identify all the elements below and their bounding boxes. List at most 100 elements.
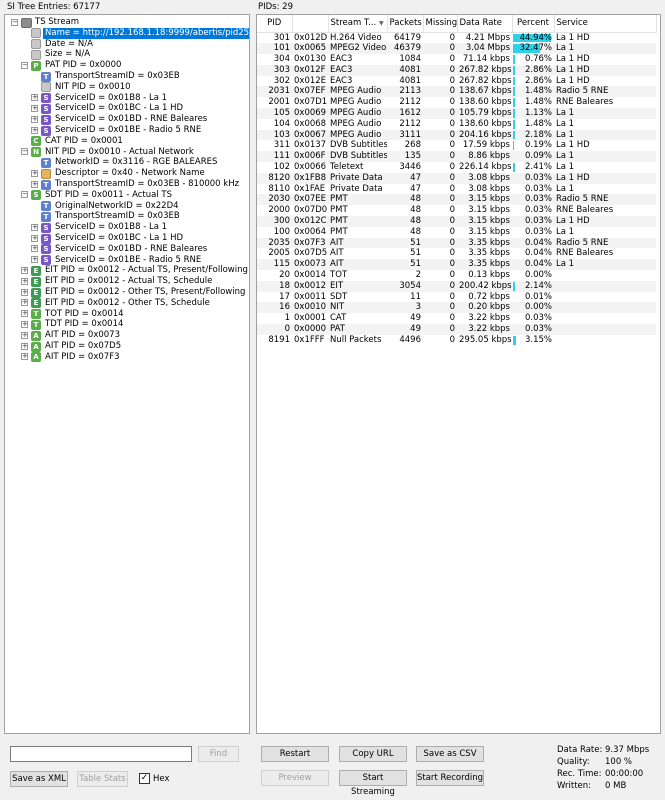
tree-node[interactable]: + S ServiceID = 0x01BD - RNE Baleares [5,114,249,125]
tree-node[interactable]: − N NIT PID = 0x0010 - Actual Network [5,147,249,158]
tree-node[interactable]: + E EIT PID = 0x0012 - Actual TS, Schedule [5,276,249,287]
expand-icon[interactable]: + [21,288,28,296]
save-as-csv-button[interactable]: Save as CSV [416,746,484,762]
pid-table-panel[interactable]: PID Stream T... ▼ Packets Missing Data R… [256,14,661,734]
column-header-service[interactable]: Service [554,15,657,33]
hex-checkbox[interactable]: ✓ [139,773,150,784]
expand-icon[interactable]: + [21,299,28,307]
table-row[interactable]: 101 0x0065 MPEG2 Video 46379 0 3.04 Mbps 32.47… [257,43,656,55]
tree-node[interactable]: + S ServiceID = 0x01B8 - La 1 [5,93,249,104]
tree-node[interactable]: + E EIT PID = 0x0012 - Actual TS, Present/… [5,265,249,276]
tree-node[interactable]: NIT PID = 0x0010 [5,82,249,93]
collapse-icon[interactable]: − [21,61,28,69]
expand-icon[interactable]: + [31,104,38,112]
find-input[interactable] [10,746,192,762]
table-row[interactable]: 104 0x0068 MPEG Audio 2112 0 138.60 kbps 1.48%… [257,119,656,130]
tree-node[interactable]: T TransportStreamID = 0x03EB [5,211,249,222]
copy-url-button[interactable]: Copy URL [339,746,407,762]
table-row[interactable]: 8191 0x1FFF Null Packets 4496 0 295.05 kbps 3.… [257,335,656,346]
preview-button[interactable]: Preview [261,770,329,786]
tree-node[interactable]: T TransportStreamID = 0x03EB [5,71,249,82]
expand-icon[interactable]: + [31,234,38,242]
table-row[interactable]: 2031 0x07EF MPEG Audio 2113 0 138.67 kbps 1.48… [257,86,656,98]
expand-icon[interactable]: + [31,94,38,102]
si-tree-view[interactable]: − TS Stream Name = http://192.168.1.18:999… [4,14,250,734]
collapse-icon[interactable]: − [11,18,18,26]
table-row[interactable]: 2030 0x07EE PMT 48 0 3.15 kbps 0.03% Radio 5 RN… [257,194,656,206]
table-row[interactable]: 300 0x012C PMT 48 0 3.15 kbps 0.03% La 1 HD [257,216,656,227]
column-header-data-rate[interactable]: Data Rate [457,15,513,33]
expand-icon[interactable]: + [21,310,28,318]
collapse-icon[interactable]: − [21,191,28,199]
expand-icon[interactable]: + [21,331,28,339]
tree-node[interactable]: + A AIT PID = 0x07D5 [5,341,249,352]
restart-button[interactable]: Restart [261,746,329,762]
table-row[interactable]: 115 0x0073 AIT 51 0 3.35 kbps 0.04% La 1 [257,259,656,271]
tree-node[interactable]: + T TOT PID = 0x0014 [5,309,249,320]
tree-node[interactable]: T OriginalNetworkID = 0x22D4 [5,201,249,212]
tree-node[interactable]: Date = N/A [5,39,249,50]
table-stats-button[interactable]: Table Stats [77,771,128,787]
column-header-stream-type[interactable]: Stream T... ▼ [328,15,388,33]
tree-node[interactable]: − P PAT PID = 0x0000 [5,60,249,71]
table-row[interactable]: 105 0x0069 MPEG Audio 1612 0 105.79 kbps 1.13%… [257,108,656,119]
tree-node[interactable]: + S ServiceID = 0x01BD - RNE Baleares [5,244,249,255]
table-row[interactable]: 102 0x0066 Teletext 3446 0 226.14 kbps 2.41% La… [257,162,656,173]
table-row[interactable]: 111 0x006F DVB Subtitles 135 0 8.86 kbps 0.09%… [257,151,656,163]
tree-node[interactable]: + E EIT PID = 0x0012 - Other TS, Schedule [5,298,249,309]
expand-icon[interactable]: + [31,126,38,134]
expand-icon[interactable]: + [31,256,38,264]
tree-node[interactable]: + Descriptor = 0x40 - Network Name [5,168,249,179]
table-row[interactable]: 18 0x0012 EIT 3054 0 200.42 kbps 2.14% [257,280,656,292]
tree-node[interactable]: + S ServiceID = 0x01BC - La 1 HD [5,233,249,244]
table-row[interactable]: 20 0x0014 TOT 2 0 0.13 kbps 0.00% [257,270,656,281]
table-row[interactable]: 100 0x0064 PMT 48 0 3.15 kbps 0.03% La 1 [257,227,656,238]
tree-node[interactable]: C CAT PID = 0x0001 [5,136,249,147]
table-row[interactable]: 8120 0x1FB8 Private Data 47 0 3.08 kbps 0.03% L… [257,172,656,184]
table-row[interactable]: 103 0x0067 MPEG Audio 3111 0 204.16 kbps 2.18%… [257,129,656,141]
table-row[interactable]: 0 0x0000 PAT 49 0 3.22 kbps 0.03% [257,324,656,335]
tree-node[interactable]: + S ServiceID = 0x01B8 - La 1 [5,222,249,233]
save-as-xml-button[interactable]: Save as XML [10,771,68,787]
column-header-hex[interactable] [292,15,329,33]
tree-node[interactable]: + T TransportStreamID = 0x03EB - 810000 kH… [5,179,249,190]
column-header-percent[interactable]: Percent [512,15,555,33]
find-button[interactable]: Find [198,746,239,762]
table-row[interactable]: 304 0x0130 EAC3 1084 0 71.14 kbps 0.76% La 1 HD [257,54,656,65]
start-recording-button[interactable]: Start Recording [416,770,484,786]
collapse-icon[interactable]: − [21,148,28,156]
table-row[interactable]: 2000 0x07D0 PMT 48 0 3.15 kbps 0.03% RNE Balear… [257,205,656,216]
start-streaming-button[interactable]: Start Streaming [339,770,407,797]
tree-node[interactable]: + S ServiceID = 0x01BE - Radio 5 RNE [5,255,249,266]
table-row[interactable]: 2001 0x07D1 MPEG Audio 2112 0 138.60 kbps 1.48… [257,97,656,108]
tree-node[interactable]: − TS Stream [5,17,249,28]
column-header-packets[interactable]: Packets [387,15,424,33]
table-row[interactable]: 2035 0x07F3 AIT 51 0 3.35 kbps 0.04% Radio 5 RN… [257,237,656,249]
tree-node[interactable]: + S ServiceID = 0x01BE - Radio 5 RNE [5,125,249,136]
table-row[interactable]: 311 0x0137 DVB Subtitles 268 0 17.59 kbps 0.19… [257,140,656,151]
expand-icon[interactable]: + [21,342,28,350]
expand-icon[interactable]: + [31,180,38,188]
tree-node[interactable]: Name = http://192.168.1.18:9999/abertis/… [5,27,249,39]
table-row[interactable]: 8110 0x1FAE Private Data 47 0 3.08 kbps 0.03% L… [257,184,656,195]
expand-icon[interactable]: + [21,320,28,328]
expand-icon[interactable]: + [31,169,38,177]
table-row[interactable]: 17 0x0011 SDT 11 0 0.72 kbps 0.01% [257,292,656,303]
table-row[interactable]: 301 0x012D H.264 Video 64179 0 4.21 Mbps 44.94… [257,32,656,43]
tree-node[interactable]: + A AIT PID = 0x0073 [5,330,249,341]
expand-icon[interactable]: + [31,223,38,231]
column-header-pid[interactable]: PID [257,15,293,33]
tree-node[interactable]: + A AIT PID = 0x07F3 [5,352,249,363]
table-row[interactable]: 1 0x0001 CAT 49 0 3.22 kbps 0.03% [257,313,656,324]
table-row[interactable]: 303 0x012F EAC3 4081 0 267.82 kbps 2.86% La 1 H… [257,64,656,76]
expand-icon[interactable]: + [21,266,28,274]
tree-node[interactable]: + T TDT PID = 0x0014 [5,319,249,330]
tree-node[interactable]: + S ServiceID = 0x01BC - La 1 HD [5,103,249,114]
expand-icon[interactable]: + [31,115,38,123]
tree-node[interactable]: Size = N/A [5,49,249,60]
table-row[interactable]: 302 0x012E EAC3 4081 0 267.82 kbps 2.86% La 1 H… [257,76,656,87]
table-row[interactable]: 16 0x0010 NIT 3 0 0.20 kbps 0.00% [257,302,656,314]
column-header-missing[interactable]: Missing [423,15,458,33]
tree-node[interactable]: − S SDT PID = 0x0011 - Actual TS [5,190,249,201]
expand-icon[interactable]: + [31,245,38,253]
